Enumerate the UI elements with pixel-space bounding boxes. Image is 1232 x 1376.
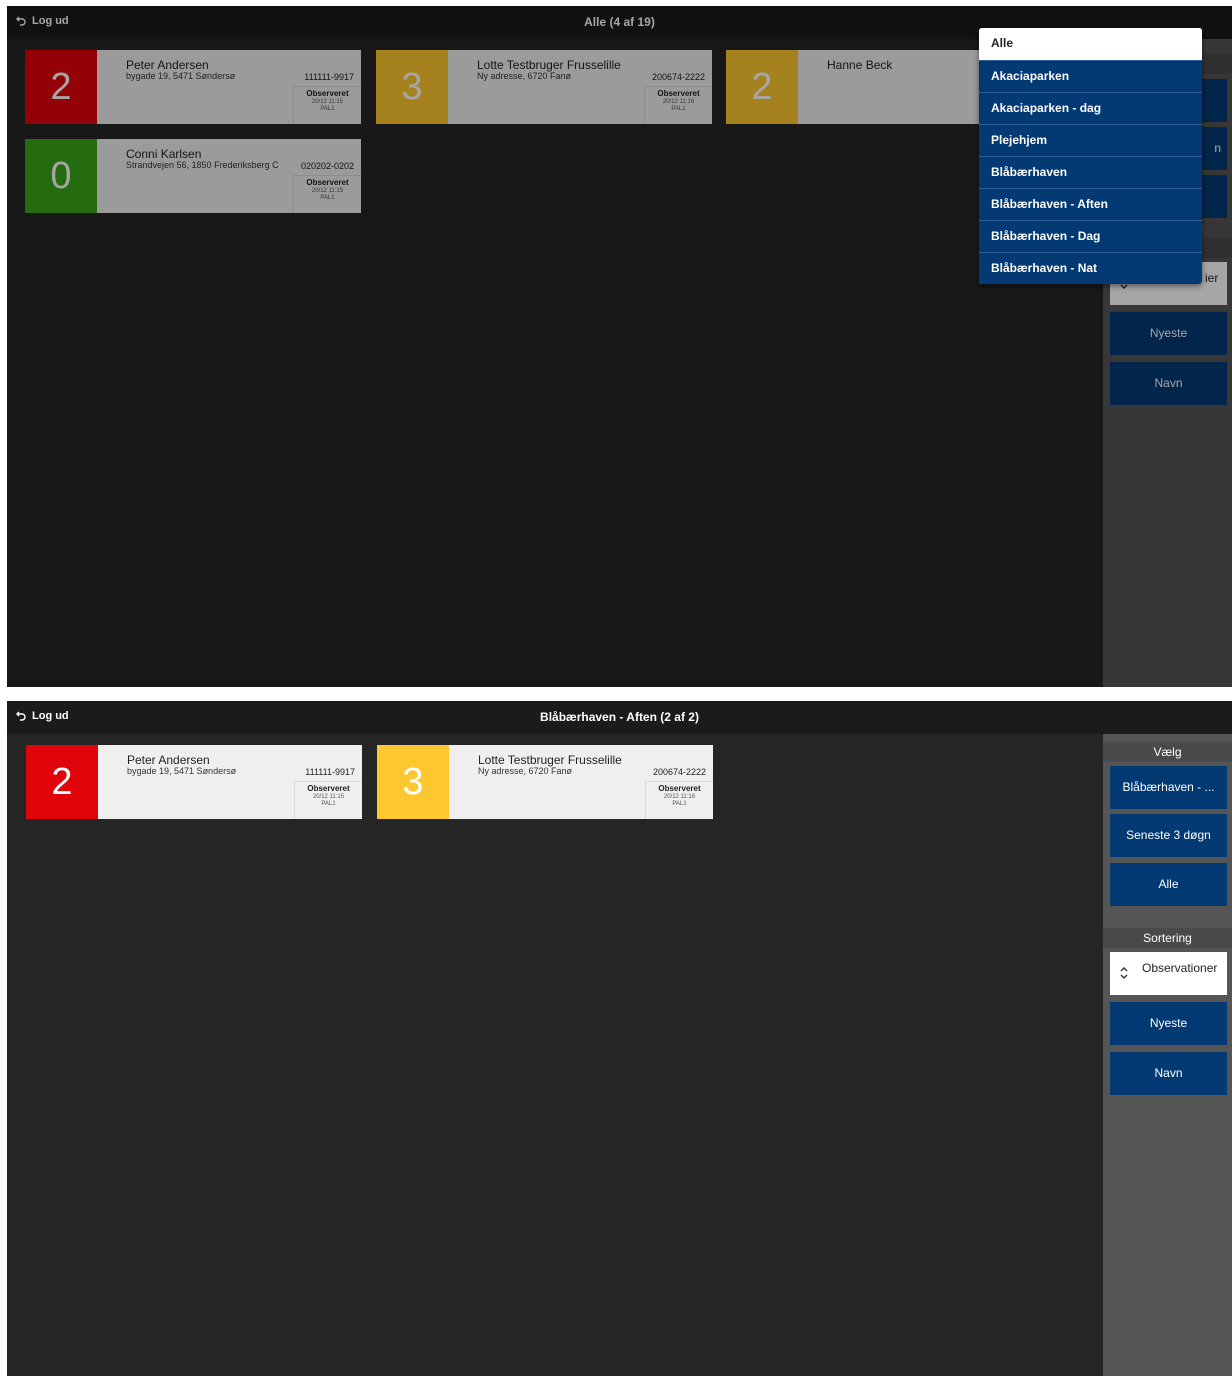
observation-label: Observeret <box>306 178 349 187</box>
score-badge: 2 <box>26 745 98 819</box>
sort-observations-button[interactable]: Observationer <box>1110 952 1227 995</box>
observation-label: Observeret <box>657 89 700 98</box>
screen-filtered-patients: Log ud Blåbærhaven - Aften (2 af 2) 2 Pe… <box>7 701 1232 1376</box>
score-badge: 3 <box>376 50 448 124</box>
patient-name: Hanne Beck <box>827 58 893 72</box>
unit-filter-button[interactable]: Blåbærhaven - ... <box>1110 766 1227 809</box>
dropdown-option[interactable]: Plejehjem <box>979 124 1202 156</box>
score-badge: 0 <box>25 139 97 213</box>
patient-card[interactable]: 3 Lotte Testbruger Frusselille Ny adress… <box>377 745 713 819</box>
screen-all-patients: Log ud Alle (4 af 19) 2 Peter Andersen b… <box>7 6 1232 687</box>
patient-card[interactable]: 0 Conni Karlsen Strandvejen 56, 1850 Fre… <box>25 139 361 213</box>
dropdown-option[interactable]: Blåbærhaven - Aften <box>979 188 1202 220</box>
page-title: Blåbærhaven - Aften (2 af 2) <box>540 710 699 724</box>
sort-observations-label: Observationer <box>1142 961 1218 975</box>
sidebar-select-header: Vælg <box>1103 742 1232 762</box>
observation-time: 20/12 11:16 <box>663 794 696 800</box>
observation-time: 20/12 11:16 <box>662 99 695 105</box>
period-filter-button[interactable]: Seneste 3 døgn <box>1110 814 1227 857</box>
patient-name: Lotte Testbruger Frusselille <box>477 58 621 72</box>
page-title: Alle (4 af 19) <box>584 15 655 29</box>
patient-address: Ny adresse, 6720 Fanø <box>477 71 572 81</box>
observation-label: Observeret <box>658 784 701 793</box>
all-filter-button[interactable]: Alle <box>1110 863 1227 906</box>
dropdown-option-selected[interactable]: Alle <box>979 28 1202 60</box>
unit-dropdown[interactable]: Alle Akaciaparken Akaciaparken - dag Ple… <box>979 28 1202 284</box>
sort-name-button[interactable]: Navn <box>1110 1052 1227 1095</box>
sort-chevron-icon <box>1120 967 1128 979</box>
sort-observations-partial: ier <box>1205 271 1219 285</box>
patient-id: 111111-9917 <box>305 767 355 777</box>
observation-box: Observeret 20/12 11:16 PAL1 <box>644 86 712 124</box>
patient-address: bygade 19, 5471 Søndersø <box>127 766 237 776</box>
observation-code: PAL1 <box>320 195 335 201</box>
patient-card[interactable]: 2 Peter Andersen bygade 19, 5471 Sønders… <box>26 745 362 819</box>
period-filter-partial: n <box>1214 141 1221 155</box>
score-badge: 3 <box>377 745 449 819</box>
dropdown-option[interactable]: Akaciaparken <box>979 60 1202 92</box>
patient-address: Strandvejen 56, 1850 Frederiksberg C <box>126 160 279 170</box>
observation-label: Observeret <box>306 89 349 98</box>
observation-box: Observeret 20/12 11:16 PAL1 <box>645 781 713 819</box>
sort-newest-button[interactable]: Nyeste <box>1110 312 1227 355</box>
dropdown-option[interactable]: Blåbærhaven <box>979 156 1202 188</box>
score-badge: 2 <box>726 50 798 124</box>
patient-address: Ny adresse, 6720 Fanø <box>478 766 573 776</box>
observation-code: PAL1 <box>320 106 335 112</box>
sidebar: Vælg Blåbærhaven - ... Seneste 3 døgn Al… <box>1103 734 1232 1376</box>
sort-newest-button[interactable]: Nyeste <box>1110 1002 1227 1045</box>
observation-box: Observeret 20/12 11:15 PAL1 <box>294 781 362 819</box>
observation-time: 20/12 11:15 <box>311 188 344 194</box>
patient-id: 200674-2222 <box>651 72 705 82</box>
patient-id: 200674-2222 <box>652 767 706 777</box>
score-badge: 2 <box>25 50 97 124</box>
observation-label: Observeret <box>307 784 350 793</box>
patient-name: Peter Andersen <box>126 58 209 72</box>
dropdown-option[interactable]: Akaciaparken - dag <box>979 92 1202 124</box>
patient-name: Lotte Testbruger Frusselille <box>478 753 622 767</box>
observation-time: 20/12 11:15 <box>311 99 344 105</box>
patient-card[interactable]: 2 Peter Andersen bygade 19, 5471 Sønders… <box>25 50 361 124</box>
observation-time: 20/12 11:15 <box>312 794 345 800</box>
sort-name-button[interactable]: Navn <box>1110 362 1227 405</box>
patient-card[interactable]: 3 Lotte Testbruger Frusselille Ny adress… <box>376 50 712 124</box>
observation-code: PAL1 <box>672 801 687 807</box>
observation-code: PAL1 <box>321 801 336 807</box>
patient-id: 111111-9917 <box>304 72 354 82</box>
sidebar-sort-header: Sortering <box>1103 928 1232 948</box>
observation-code: PAL1 <box>671 106 686 112</box>
dropdown-option[interactable]: Blåbærhaven - Dag <box>979 220 1202 252</box>
patient-name: Conni Karlsen <box>126 147 202 161</box>
observation-box: Observeret 20/12 11:15 PAL1 <box>293 175 361 213</box>
top-bar: Log ud Blåbærhaven - Aften (2 af 2) <box>7 701 1232 734</box>
dropdown-option[interactable]: Blåbærhaven - Nat <box>979 252 1202 284</box>
patient-name: Peter Andersen <box>127 753 210 767</box>
observation-box: Observeret 20/12 11:15 PAL1 <box>293 86 361 124</box>
patient-id: 020202-0202 <box>300 161 354 171</box>
patient-address: bygade 19, 5471 Søndersø <box>126 71 236 81</box>
